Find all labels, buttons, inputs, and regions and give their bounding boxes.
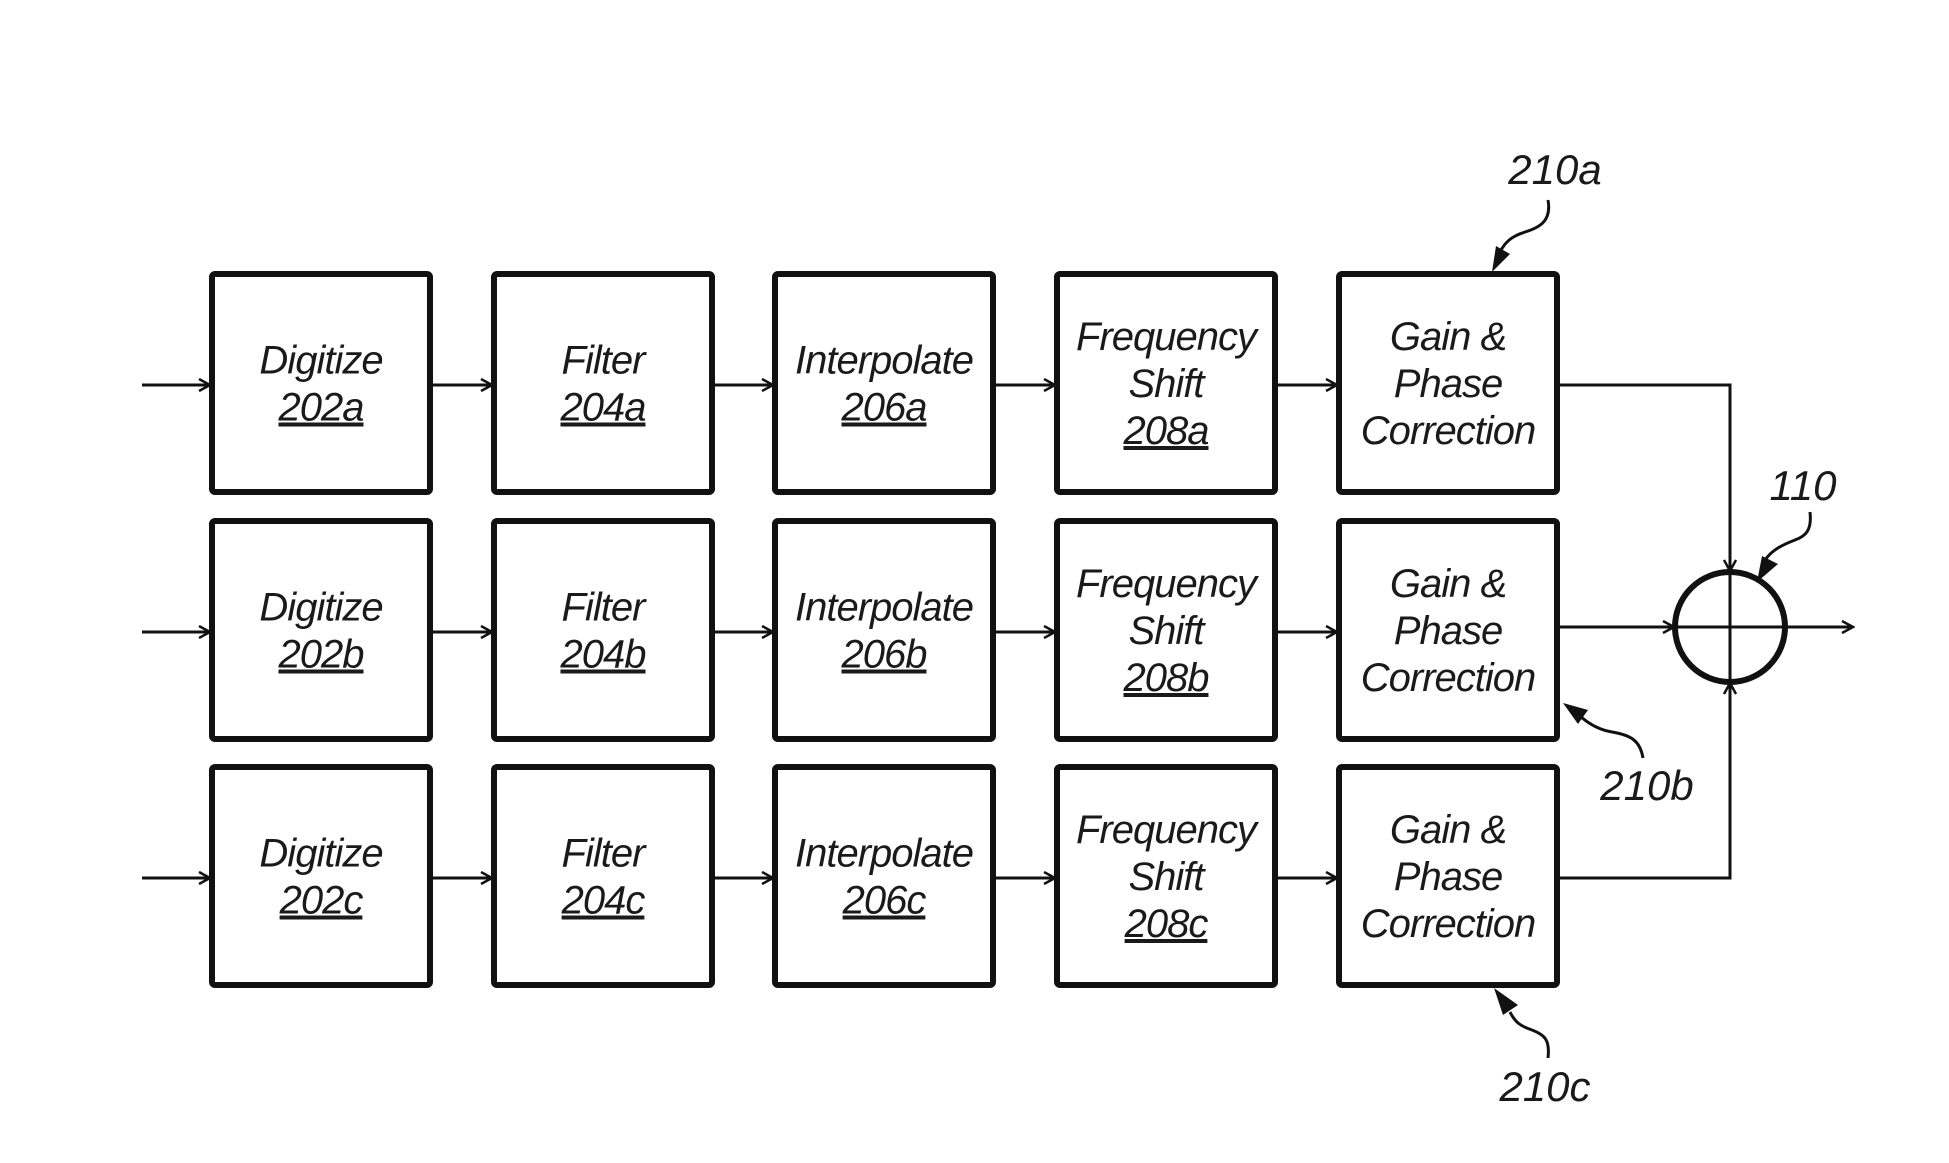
summer-110 xyxy=(1672,569,1853,685)
block-gain-phase-correction-b: Gain &PhaseCorrection xyxy=(1336,518,1560,742)
block-label: Correction xyxy=(1361,902,1536,946)
block-label: Gain & xyxy=(1390,808,1506,852)
block-label: Digitize xyxy=(259,832,382,876)
block-label: Digitize xyxy=(259,586,382,630)
block-frequency-shift-c: FrequencyShift208c xyxy=(1054,764,1278,988)
callout-label-210b: 210b xyxy=(1599,762,1693,809)
block-digitize-a: Digitize202a xyxy=(209,271,433,495)
block-border xyxy=(772,271,996,495)
block-label: Shift xyxy=(1128,855,1206,899)
block-border xyxy=(209,764,433,988)
block-border xyxy=(491,271,715,495)
block-border xyxy=(209,271,433,495)
block-label: Correction xyxy=(1361,656,1536,700)
block-reference-number: 202a xyxy=(278,386,364,430)
block-border xyxy=(491,764,715,988)
block-reference-number: 204b xyxy=(560,633,647,677)
block-label: Shift xyxy=(1128,362,1206,406)
block-label: Filter xyxy=(562,586,648,630)
block-reference-number: 208c xyxy=(1124,902,1209,946)
callout-label-210c: 210c xyxy=(1498,1063,1590,1110)
output-route-a xyxy=(1557,383,1730,571)
leader-line-210c xyxy=(1508,1011,1550,1059)
block-label: Interpolate xyxy=(795,339,973,383)
block-reference-number: 208a xyxy=(1123,409,1209,453)
block-reference-number: 206a xyxy=(841,386,927,430)
block-label: Digitize xyxy=(259,339,382,383)
block-reference-number: 206c xyxy=(842,879,927,923)
block-gain-phase-correction-a: Gain &PhaseCorrection xyxy=(1336,271,1560,495)
block-reference-number: 208b xyxy=(1123,656,1210,700)
processing-blocks: Digitize202aFilter204aInterpolate206aFre… xyxy=(209,271,1560,988)
block-border xyxy=(772,518,996,742)
callout-label-210a: 210a xyxy=(1507,146,1601,193)
signal-chain-diagram: Digitize202aFilter204aInterpolate206aFre… xyxy=(142,146,1949,1110)
block-label: Gain & xyxy=(1390,315,1506,359)
block-label: Shift xyxy=(1128,609,1206,653)
block-gain-phase-correction-c: Gain &PhaseCorrection xyxy=(1336,764,1560,988)
block-label: Interpolate xyxy=(795,586,973,630)
block-digitize-c: Digitize202c xyxy=(209,764,433,988)
block-reference-number: 206b xyxy=(841,633,928,677)
block-label: Frequency xyxy=(1076,315,1260,359)
block-border xyxy=(491,518,715,742)
block-interpolate-a: Interpolate206a xyxy=(772,271,996,495)
block-label: Filter xyxy=(562,832,648,876)
block-filter-c: Filter204c xyxy=(491,764,715,988)
block-digitize-b: Digitize202b xyxy=(209,518,433,742)
block-border xyxy=(209,518,433,742)
callout-label-110: 110 xyxy=(1770,462,1838,509)
block-label: Filter xyxy=(562,339,648,383)
block-reference-number: 204a xyxy=(560,386,646,430)
block-interpolate-c: Interpolate206c xyxy=(772,764,996,988)
block-label: Gain & xyxy=(1390,562,1506,606)
leader-arrow-110 xyxy=(1757,556,1778,582)
block-label: Interpolate xyxy=(795,832,973,876)
block-label: Frequency xyxy=(1076,562,1260,606)
block-label: Phase xyxy=(1394,609,1502,653)
block-frequency-shift-a: FrequencyShift208a xyxy=(1054,271,1278,495)
block-frequency-shift-b: FrequencyShift208b xyxy=(1054,518,1278,742)
leader-arrow-210a xyxy=(1492,246,1510,272)
leader-arrow-210c xyxy=(1494,988,1518,1015)
block-interpolate-b: Interpolate206b xyxy=(772,518,996,742)
block-reference-number: 204c xyxy=(561,879,646,923)
block-reference-number: 202b xyxy=(278,633,365,677)
block-reference-number: 202c xyxy=(279,879,364,923)
block-filter-b: Filter204b xyxy=(491,518,715,742)
block-label: Phase xyxy=(1394,362,1502,406)
leader-line-210a xyxy=(1498,199,1551,253)
block-border xyxy=(772,764,996,988)
block-filter-a: Filter204a xyxy=(491,271,715,495)
block-label: Frequency xyxy=(1076,808,1260,852)
block-label: Correction xyxy=(1361,409,1536,453)
block-label: Phase xyxy=(1394,855,1502,899)
leader-line-110 xyxy=(1763,511,1812,561)
leader-line-210b xyxy=(1578,714,1645,759)
